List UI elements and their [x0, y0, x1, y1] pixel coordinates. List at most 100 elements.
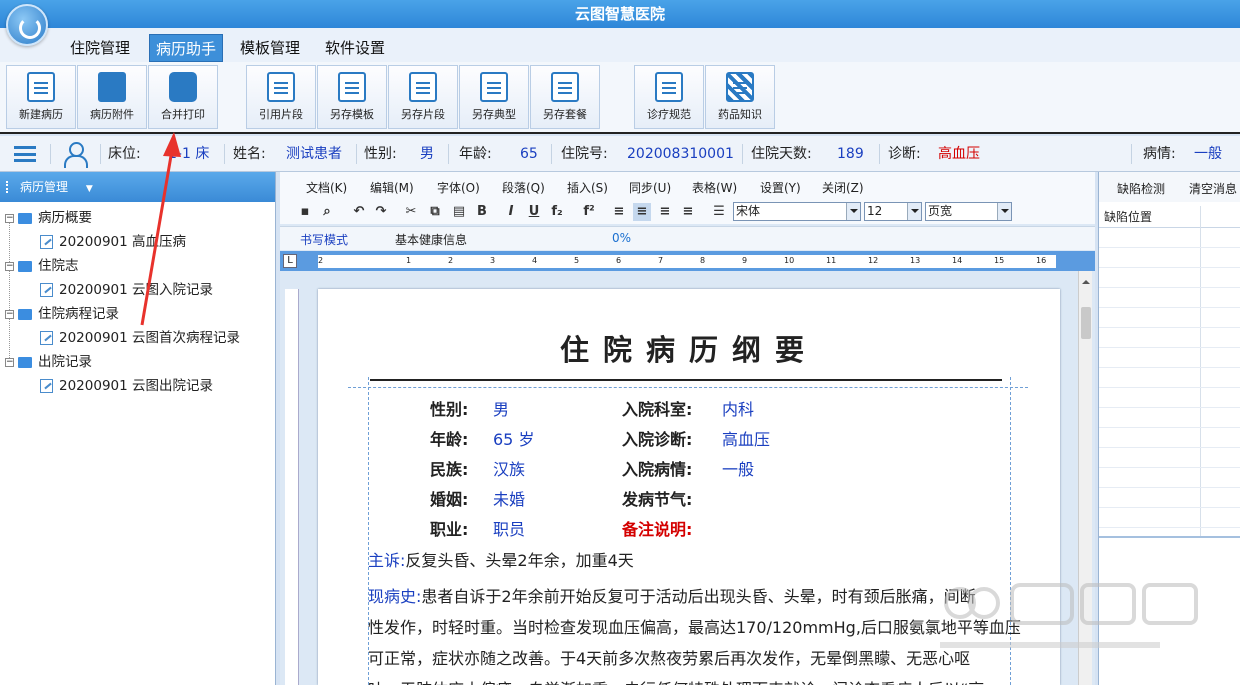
- undo-icon[interactable]: ↶: [350, 203, 368, 221]
- list-format-icon[interactable]: ☰: [710, 203, 728, 221]
- tab-inpatient[interactable]: 住院管理: [64, 34, 136, 62]
- doc-admission-condition-value[interactable]: 一般: [722, 456, 754, 480]
- cut-icon[interactable]: ✂: [402, 203, 420, 221]
- ruler-number: 9: [742, 256, 748, 265]
- doc-job-value[interactable]: 职员: [493, 516, 525, 540]
- ruler-scale[interactable]: 1212345678910111213141516: [318, 255, 1056, 268]
- app-logo-icon[interactable]: [6, 4, 48, 46]
- hpi-line[interactable]: 现病史:患者自诉于2年余前开始反复可于活动后出现头昏、头晕，时有颈后胀痛，间断: [368, 583, 976, 607]
- tab-basic-health-info[interactable]: 基本健康信息: [395, 231, 467, 248]
- drug-knowledge-button[interactable]: 药品知识: [705, 65, 775, 129]
- font-size-select[interactable]: 12: [864, 202, 922, 221]
- save-as-fragment-button[interactable]: 另存片段: [388, 65, 458, 129]
- menu-paragraph[interactable]: 段落(Q): [502, 179, 545, 196]
- document-edit-icon: [40, 379, 53, 393]
- record-attachment-button[interactable]: 病历附件: [77, 65, 147, 129]
- zoom-select[interactable]: 页宽: [925, 202, 1012, 221]
- tree-leaf[interactable]: 20200901 云图首次病程记录: [40, 328, 240, 348]
- justify-icon[interactable]: ≡: [679, 203, 697, 221]
- tree-node-discharge[interactable]: − 出院记录: [5, 352, 92, 372]
- record-manager-header[interactable]: 病历管理 ▼: [0, 172, 275, 202]
- menu-font[interactable]: 字体(O): [437, 179, 480, 196]
- treatment-guideline-button[interactable]: 诊疗规范: [634, 65, 704, 129]
- tree-node-progress[interactable]: − 住院病程记录: [5, 304, 119, 324]
- dropdown-icon[interactable]: [907, 203, 921, 220]
- ruler-number: 3: [490, 256, 496, 265]
- italic-icon[interactable]: I: [502, 203, 520, 221]
- save-icon[interactable]: ▪: [296, 203, 314, 221]
- collapse-icon[interactable]: −: [5, 213, 14, 223]
- doc-dept-value[interactable]: 内科: [722, 396, 754, 420]
- tab-template[interactable]: 模板管理: [234, 34, 306, 62]
- doc-sex-value[interactable]: 男: [493, 396, 509, 420]
- ruler-number: 8: [700, 256, 706, 265]
- document-edit-icon: [40, 283, 53, 297]
- chief-complaint-line[interactable]: 主诉:反复头昏、头晕2年余，加重4天: [368, 547, 634, 571]
- tab-settings[interactable]: 软件设置: [319, 34, 391, 62]
- hpi-line[interactable]: 吐，无肢体麻木偏瘫，自觉渐加重，未行任何特殊处理而来就诊，门诊查看病人后以“高: [368, 676, 984, 685]
- save-as-typical-button[interactable]: 另存典型: [459, 65, 529, 129]
- scrollbar-thumb[interactable]: [1081, 307, 1091, 339]
- fragment-icon: [409, 72, 437, 102]
- bold-icon[interactable]: B: [473, 203, 491, 221]
- menu-insert[interactable]: 插入(S): [567, 179, 608, 196]
- doc-age-value[interactable]: 65 岁: [493, 426, 534, 450]
- ruler-number: 10: [784, 256, 795, 265]
- hpi-line[interactable]: 可正常，症状亦随之改善。于4天前多次熬夜劳累后再次发作，无晕倒黑矇、无恶心呕: [368, 645, 970, 669]
- subscript-icon[interactable]: f₂: [548, 203, 566, 221]
- ruler-number: 16: [1036, 256, 1047, 265]
- clear-messages-button[interactable]: 清空消息: [1189, 180, 1237, 197]
- defect-list[interactable]: [1099, 228, 1240, 538]
- collapse-icon[interactable]: −: [5, 261, 14, 271]
- tree-node-summary[interactable]: − 病历概要: [5, 208, 92, 228]
- menu-edit[interactable]: 编辑(M): [370, 179, 414, 196]
- align-right-icon[interactable]: ≡: [656, 203, 674, 221]
- redo-icon[interactable]: ↷: [372, 203, 390, 221]
- menu-sync[interactable]: 同步(U): [629, 179, 671, 196]
- doc-marriage-value[interactable]: 未婚: [493, 486, 525, 510]
- merge-print-button[interactable]: 合并打印: [148, 65, 218, 129]
- superscript-icon[interactable]: f²: [580, 203, 598, 221]
- save-as-template-button[interactable]: 另存模板: [317, 65, 387, 129]
- tree-leaf[interactable]: 20200901 高血压病: [40, 232, 186, 252]
- tree-leaf[interactable]: 20200901 云图出院记录: [40, 376, 213, 396]
- separator: [1131, 144, 1132, 164]
- align-left-icon[interactable]: ≡: [610, 203, 628, 221]
- copy-icon[interactable]: ⧉: [426, 203, 444, 221]
- collapse-icon[interactable]: −: [5, 357, 14, 367]
- dropdown-arrow-icon[interactable]: ▼: [86, 184, 93, 194]
- tab-record-assistant[interactable]: 病历助手: [149, 34, 224, 62]
- doc-admission-diagnosis-value[interactable]: 高血压: [722, 426, 770, 450]
- font-family-select[interactable]: 宋体: [733, 202, 861, 221]
- dropdown-icon[interactable]: [846, 203, 860, 220]
- new-record-button[interactable]: 新建病历: [6, 65, 76, 129]
- doc-remark-label: 备注说明:: [622, 520, 693, 539]
- ruler-number: 2: [448, 256, 454, 265]
- paste-icon[interactable]: ▤: [450, 203, 468, 221]
- collapse-icon[interactable]: −: [5, 309, 14, 319]
- tree-leaf[interactable]: 20200901 云图入院记录: [40, 280, 213, 300]
- preview-icon[interactable]: ⌕: [318, 203, 336, 221]
- save-as-package-button[interactable]: 另存套餐: [530, 65, 600, 129]
- quote-fragment-button[interactable]: 引用片段: [246, 65, 316, 129]
- days-value: 189: [837, 146, 864, 162]
- menu-close[interactable]: 关闭(Z): [822, 179, 864, 196]
- underline-icon[interactable]: U: [525, 203, 543, 221]
- defect-check-button[interactable]: 缺陷检测: [1117, 180, 1165, 197]
- list-icon[interactable]: [14, 146, 36, 162]
- ribbon-toolbar: 新建病历 病历附件 合并打印 引用片段 另存模板 另存片段 另存典型 另存套餐 …: [0, 62, 1240, 134]
- dropdown-icon[interactable]: [997, 203, 1011, 220]
- folder-icon: [18, 308, 32, 320]
- menu-table[interactable]: 表格(W): [692, 179, 737, 196]
- horizontal-ruler: L 1212345678910111213141516: [280, 251, 1095, 271]
- scroll-up-icon[interactable]: [1079, 274, 1093, 286]
- tab-writing-mode[interactable]: 书写模式: [300, 231, 348, 248]
- age-value: 65: [520, 146, 538, 162]
- menu-document[interactable]: 文档(K): [306, 179, 347, 196]
- typical-icon: [480, 72, 508, 102]
- tab-stop-icon[interactable]: L: [283, 254, 297, 268]
- tree-node-admission[interactable]: − 住院志: [5, 256, 79, 276]
- doc-ethnicity-value[interactable]: 汉族: [493, 456, 525, 480]
- align-center-icon[interactable]: ≡: [633, 203, 651, 221]
- menu-settings[interactable]: 设置(Y): [760, 179, 801, 196]
